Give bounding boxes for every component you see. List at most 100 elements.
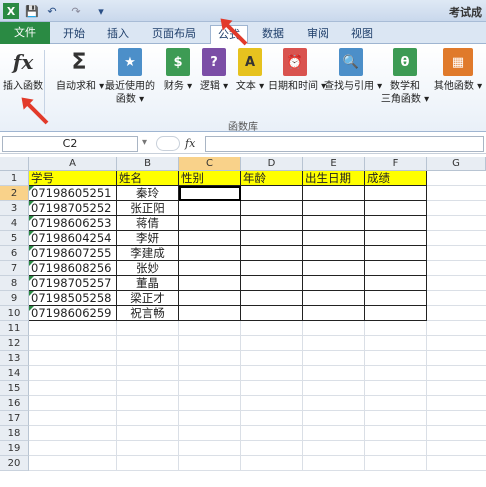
cell-empty[interactable] xyxy=(241,261,303,276)
cell-empty[interactable] xyxy=(241,186,303,201)
row-header-15[interactable]: 15 xyxy=(0,381,29,396)
cell-name[interactable]: 董晶 xyxy=(117,276,179,291)
cell-empty[interactable] xyxy=(179,216,241,231)
cell-empty[interactable] xyxy=(365,216,427,231)
row-header-4[interactable]: 4 xyxy=(0,216,29,231)
column-header-g[interactable]: G xyxy=(427,157,486,171)
text-button[interactable]: A 文本 ▾ xyxy=(234,48,266,93)
column-header-c[interactable]: C xyxy=(179,157,241,171)
cell-c2-selected[interactable] xyxy=(179,186,241,201)
column-header-a[interactable]: A xyxy=(29,157,117,171)
save-icon[interactable]: 💾 xyxy=(24,3,40,19)
tab-home[interactable]: 开始 xyxy=(56,25,92,44)
cell-empty[interactable] xyxy=(365,246,427,261)
row-header-9[interactable]: 9 xyxy=(0,291,29,306)
cell-empty[interactable] xyxy=(303,231,365,246)
cell-empty[interactable] xyxy=(241,246,303,261)
cell-student-id[interactable]: 07198605251 xyxy=(29,186,117,201)
customize-quick-access-icon[interactable]: ▾ xyxy=(96,3,106,19)
cell-empty[interactable] xyxy=(365,261,427,276)
cell-empty[interactable] xyxy=(241,201,303,216)
row-header-2[interactable]: 2 xyxy=(0,186,29,201)
fx-label[interactable]: fx xyxy=(185,137,195,150)
row-header-10[interactable]: 10 xyxy=(0,306,29,321)
cell-name[interactable]: 张正阳 xyxy=(117,201,179,216)
cell-empty[interactable] xyxy=(179,306,241,321)
redo-icon[interactable]: ↷ xyxy=(68,3,84,19)
cell-empty[interactable] xyxy=(365,291,427,306)
cell-student-id[interactable]: 07198606253 xyxy=(29,216,117,231)
cell-name[interactable]: 蒋倩 xyxy=(117,216,179,231)
math-trig-button[interactable]: θ 数学和 三角函数 ▾ xyxy=(380,48,430,106)
recent-functions-button[interactable]: ★ 最近使用的 函数 ▾ xyxy=(104,48,156,106)
column-header-d[interactable]: D xyxy=(241,157,303,171)
header-cell-score[interactable]: 成绩 xyxy=(365,171,427,186)
column-header-f[interactable]: F xyxy=(365,157,427,171)
cell-student-id[interactable]: 07198505258 xyxy=(29,291,117,306)
cell-name[interactable]: 祝言畅 xyxy=(117,306,179,321)
cell-empty[interactable] xyxy=(179,201,241,216)
cell-empty[interactable] xyxy=(303,216,365,231)
cell-student-id[interactable]: 07198608256 xyxy=(29,261,117,276)
cell-empty[interactable] xyxy=(179,231,241,246)
tab-file[interactable]: 文件 xyxy=(0,22,50,44)
empty-cells-area[interactable] xyxy=(29,321,486,471)
cell-empty[interactable] xyxy=(241,291,303,306)
column-g-cells[interactable] xyxy=(427,171,486,321)
tab-page-layout[interactable]: 页面布局 xyxy=(146,25,202,44)
cell-student-id[interactable]: 07198606259 xyxy=(29,306,117,321)
tab-data[interactable]: 数据 xyxy=(255,25,291,44)
cell-empty[interactable] xyxy=(303,186,365,201)
cell-name[interactable]: 李妍 xyxy=(117,231,179,246)
cell-empty[interactable] xyxy=(303,306,365,321)
cell-empty[interactable] xyxy=(241,276,303,291)
row-header-19[interactable]: 19 xyxy=(0,441,29,456)
formula-input[interactable] xyxy=(205,136,484,152)
row-header-7[interactable]: 7 xyxy=(0,261,29,276)
header-cell-birthdate[interactable]: 出生日期 xyxy=(303,171,365,186)
cell-empty[interactable] xyxy=(303,246,365,261)
cell-empty[interactable] xyxy=(241,216,303,231)
cell-name[interactable]: 秦玲 xyxy=(117,186,179,201)
logical-button[interactable]: ? 逻辑 ▾ xyxy=(198,48,230,93)
row-header-20[interactable]: 20 xyxy=(0,456,29,471)
header-cell-student-id[interactable]: 学号 xyxy=(29,171,117,186)
cell-empty[interactable] xyxy=(179,261,241,276)
cell-empty[interactable] xyxy=(241,231,303,246)
cell-empty[interactable] xyxy=(303,291,365,306)
cell-empty[interactable] xyxy=(365,201,427,216)
row-header-1[interactable]: 1 xyxy=(0,171,29,186)
row-header-8[interactable]: 8 xyxy=(0,276,29,291)
cell-student-id[interactable]: 07198604254 xyxy=(29,231,117,246)
date-time-button[interactable]: ⏰ 日期和时间 ▾ xyxy=(268,48,326,93)
cell-name[interactable]: 梁正才 xyxy=(117,291,179,306)
row-header-17[interactable]: 17 xyxy=(0,411,29,426)
cell-empty[interactable] xyxy=(303,276,365,291)
financial-button[interactable]: $ 财务 ▾ xyxy=(162,48,194,93)
row-header-3[interactable]: 3 xyxy=(0,201,29,216)
cell-empty[interactable] xyxy=(179,276,241,291)
undo-icon[interactable]: ↶ xyxy=(44,3,60,19)
cell-empty[interactable] xyxy=(179,291,241,306)
row-header-18[interactable]: 18 xyxy=(0,426,29,441)
formula-bar-toggle[interactable] xyxy=(156,136,180,151)
cell-empty[interactable] xyxy=(365,276,427,291)
row-header-13[interactable]: 13 xyxy=(0,351,29,366)
header-cell-name[interactable]: 姓名 xyxy=(117,171,179,186)
autosum-button[interactable]: Σ 自动求和 ▾ xyxy=(56,48,104,93)
cell-student-id[interactable]: 07198607255 xyxy=(29,246,117,261)
excel-logo-icon[interactable]: X xyxy=(3,3,19,19)
name-box[interactable]: C2 xyxy=(2,136,138,152)
header-cell-age[interactable]: 年龄 xyxy=(241,171,303,186)
cell-student-id[interactable]: 07198705257 xyxy=(29,276,117,291)
row-header-11[interactable]: 11 xyxy=(0,321,29,336)
cell-name[interactable]: 李建成 xyxy=(117,246,179,261)
cell-empty[interactable] xyxy=(365,231,427,246)
insert-function-button[interactable]: fx 插入函数 xyxy=(2,48,44,93)
header-cell-gender[interactable]: 性别 xyxy=(179,171,241,186)
row-header-12[interactable]: 12 xyxy=(0,336,29,351)
column-header-e[interactable]: E xyxy=(303,157,365,171)
row-header-16[interactable]: 16 xyxy=(0,396,29,411)
row-header-6[interactable]: 6 xyxy=(0,246,29,261)
cell-name[interactable]: 张妙 xyxy=(117,261,179,276)
